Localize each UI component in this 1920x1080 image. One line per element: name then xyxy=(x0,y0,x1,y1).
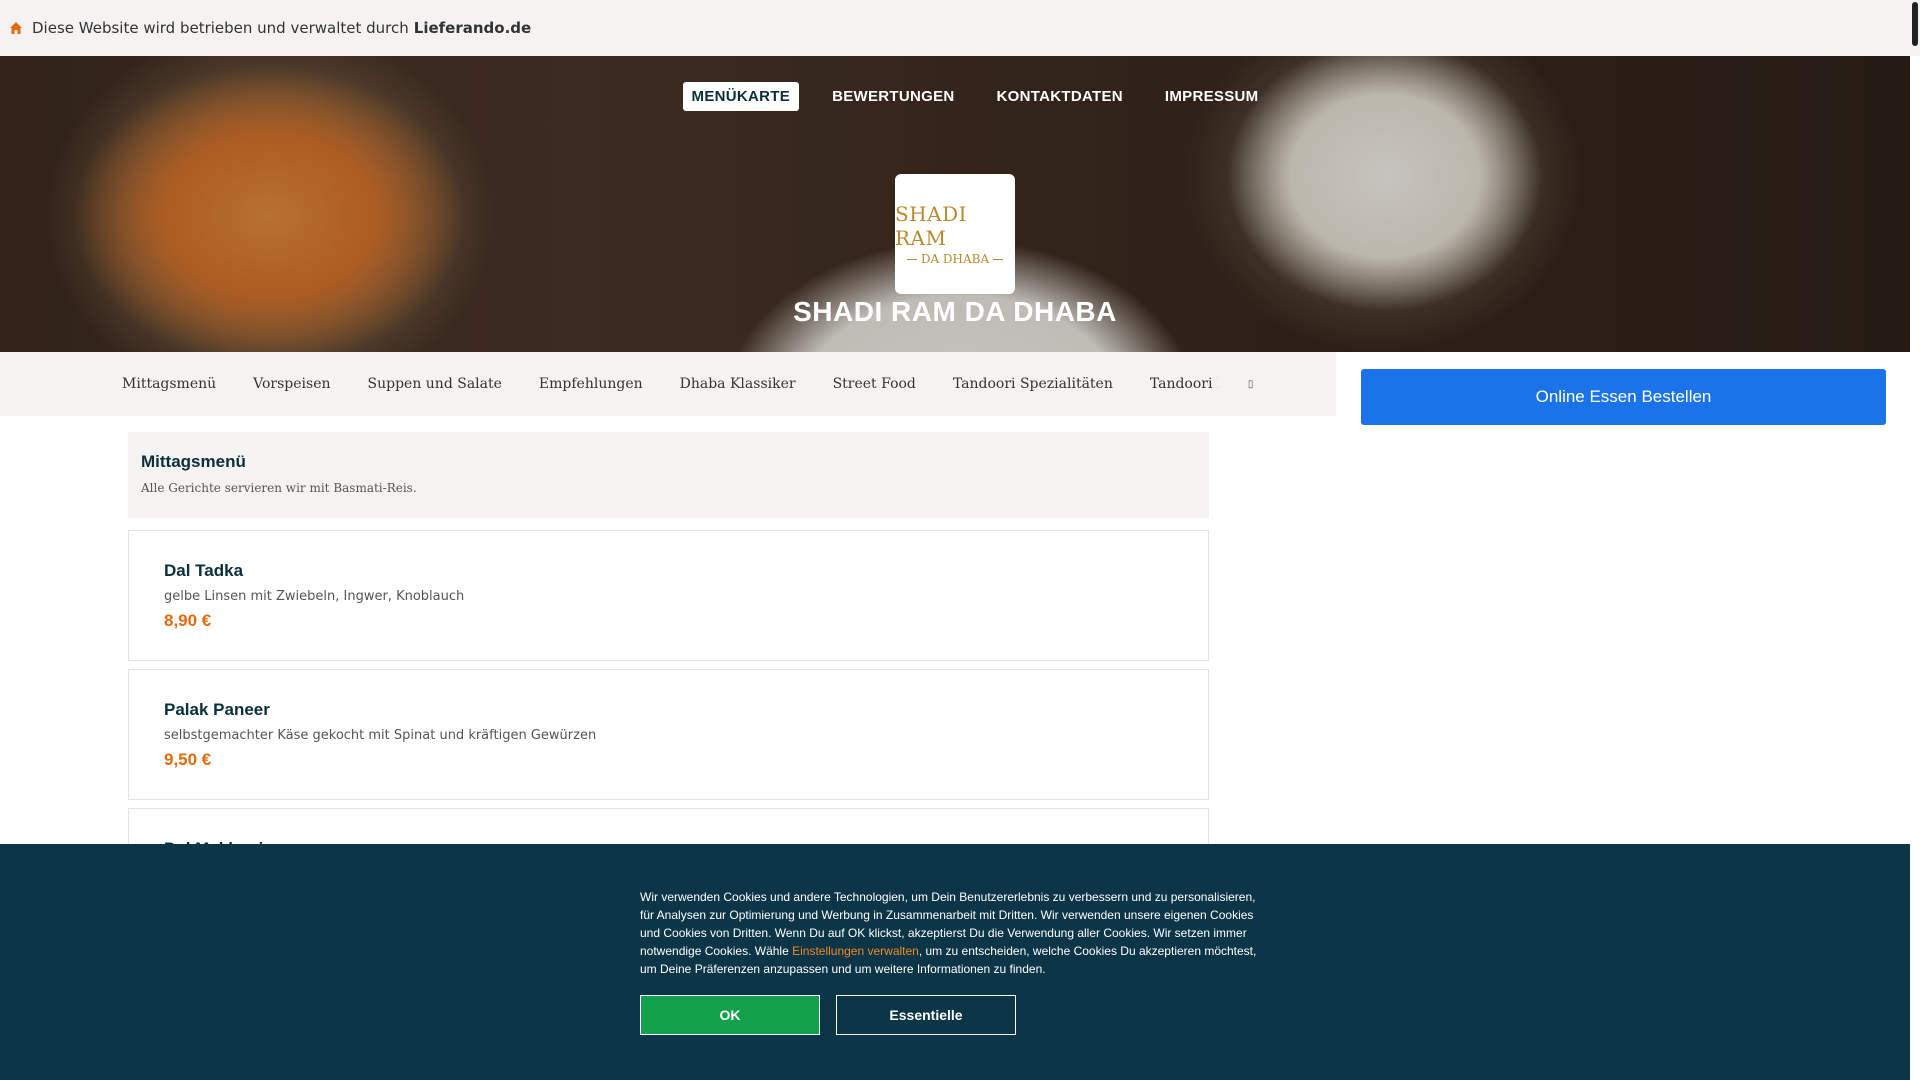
cookie-essential-button[interactable]: Essentielle xyxy=(836,995,1016,1035)
scrollbar-thumb[interactable] xyxy=(1912,2,1918,46)
category-tab[interactable]: Mittagsmenü xyxy=(122,376,216,392)
nav-kontaktdaten[interactable]: KONTAKTDATEN xyxy=(988,82,1132,111)
cookie-ok-button[interactable]: OK xyxy=(640,995,820,1035)
cookie-text: Wir verwenden Cookies und andere Technol… xyxy=(640,890,1257,976)
menu-item[interactable]: Palak Paneer selbstgemachter Käse gekoch… xyxy=(128,669,1209,800)
category-tab[interactable]: Empfehlungen xyxy=(539,376,643,392)
operator-brand-link[interactable]: Lieferando.de xyxy=(414,19,531,37)
menu-item-name: Dal Tadka xyxy=(164,561,244,580)
section-subtitle: Alle Gerichte servieren wir mit Basmati-… xyxy=(141,481,417,495)
logo-line1: SHADI RAM xyxy=(895,202,968,250)
section-title: Mittagsmenü xyxy=(141,452,246,471)
category-tab[interactable]: Tandoori B xyxy=(1150,376,1218,392)
hero-banner: MENÜKARTE BEWERTUNGEN KONTAKTDATEN IMPRE… xyxy=(0,56,1910,352)
category-tab[interactable]: Tandoori Spezialitäten xyxy=(953,376,1113,392)
menu-item-price: 9,50 € xyxy=(164,750,212,769)
nav-bewertungen[interactable]: BEWERTUNGEN xyxy=(823,82,963,111)
operator-notice-text: Diese Website wird betrieben und verwalt… xyxy=(32,19,409,37)
cookie-settings-link[interactable]: Einstellungen verwalten xyxy=(792,944,919,958)
menu-item[interactable]: Dal Tadka gelbe Linsen mit Zwiebeln, Ing… xyxy=(128,530,1209,661)
menu-item-price: 8,90 € xyxy=(164,611,212,630)
category-tab[interactable]: Suppen und Salate xyxy=(368,376,502,392)
home-icon xyxy=(8,20,24,36)
category-bar: Mittagsmenü Vorspeisen Suppen und Salate… xyxy=(0,352,1336,416)
cookie-banner: Wir verwenden Cookies und andere Technol… xyxy=(0,844,1910,1080)
restaurant-logo: SHADI RAM DA DHABA xyxy=(895,174,1015,294)
chevron-right-icon[interactable]: ▯ xyxy=(1248,379,1254,390)
nav-menukarte[interactable]: MENÜKARTE xyxy=(682,82,800,111)
category-tab[interactable]: Street Food xyxy=(833,376,916,392)
menu-section-header: Mittagsmenü Alle Gerichte servieren wir … xyxy=(128,432,1209,518)
menu-item-description: gelbe Linsen mit Zwiebeln, Ingwer, Knobl… xyxy=(164,589,465,604)
category-tab[interactable]: Vorspeisen xyxy=(253,376,330,392)
menu-item-description: selbstgemachter Käse gekocht mit Spinat … xyxy=(164,728,597,743)
logo-line2: DA DHABA xyxy=(906,252,1004,266)
order-online-button[interactable]: Online Essen Bestellen xyxy=(1361,369,1886,425)
main-nav: MENÜKARTE BEWERTUNGEN KONTAKTDATEN IMPRE… xyxy=(0,82,1910,111)
restaurant-name: SHADI RAM DA DHABA xyxy=(793,296,1117,327)
operator-notice-bar: Diese Website wird betrieben und verwalt… xyxy=(0,0,1920,56)
menu-item-name: Palak Paneer xyxy=(164,700,270,719)
category-tab[interactable]: Dhaba Klassiker xyxy=(680,376,796,392)
nav-impressum[interactable]: IMPRESSUM xyxy=(1156,82,1268,111)
